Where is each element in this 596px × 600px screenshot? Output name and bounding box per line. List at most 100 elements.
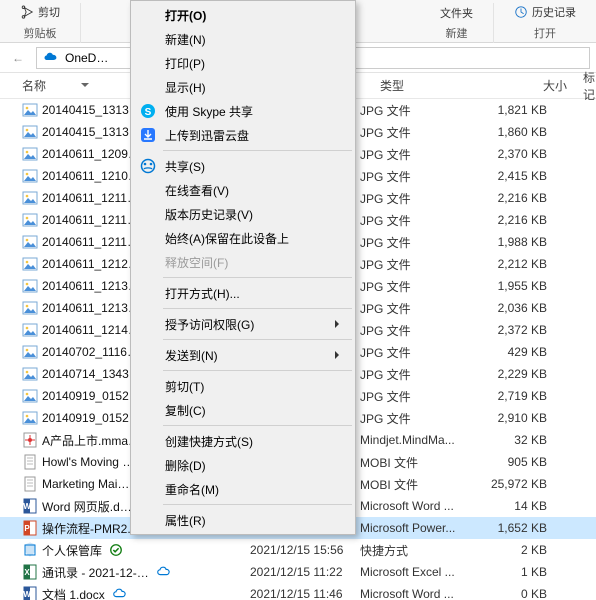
cut-label: 剪切 [38,4,60,20]
file-icon [22,190,38,206]
col-header-type[interactable]: 类型 [380,77,505,94]
history-button[interactable]: 历史记录 [514,3,576,21]
menu-rename[interactable]: 重命名(M) [133,477,353,501]
ribbon-group-clipboard: 剪切 剪贴板 [0,3,81,43]
file-size: 25,972 KB [485,477,555,491]
file-name: 20140919_0152… [42,389,141,403]
menu-open[interactable]: 打开(O) [133,3,353,27]
file-icon [22,432,38,448]
file-size: 2,719 KB [485,389,555,403]
menu-open-with[interactable]: 打开方式(H)... [133,281,353,305]
file-size: 2,036 KB [485,301,555,315]
file-type: Mindjet.MindMa... [360,433,485,447]
status-icon [109,587,129,600]
file-size: 1,860 KB [485,125,555,139]
menu-separator [163,150,352,151]
menu-separator [163,425,352,426]
col-header-size[interactable]: 大小 [505,77,575,94]
menu-properties[interactable]: 属性(R) [133,508,353,532]
menu-send-to[interactable]: 发送到(N) [133,343,353,367]
svg-text:S: S [145,107,152,118]
menu-delete[interactable]: 删除(D) [133,453,353,477]
file-name: 20140611_1213… [42,301,140,315]
file-name: 20140611_1213… [42,279,140,293]
clipboard-group-label: 剪贴板 [20,25,60,41]
cut-button[interactable]: 剪切 [20,3,60,21]
file-name: 20140611_1210… [42,169,140,183]
file-type: JPG 文件 [360,388,485,405]
file-type: JPG 文件 [360,256,485,273]
file-type: JPG 文件 [360,124,485,141]
file-type: 快捷方式 [360,542,485,559]
file-size: 14 KB [485,499,555,513]
menu-create-shortcut[interactable]: 创建快捷方式(S) [133,429,353,453]
file-row[interactable]: 个人保管库2021/12/15 15:56快捷方式2 KB [0,539,596,561]
menu-cut[interactable]: 剪切(T) [133,374,353,398]
open-group-label: 打开 [514,25,576,41]
file-name: 20140611_1211… [42,191,139,205]
file-type: JPG 文件 [360,300,485,317]
file-name: Marketing Mai… [42,477,129,491]
file-date: 2021/12/15 11:22 [250,565,360,579]
file-icon [22,454,38,470]
col-header-bookmark[interactable]: 标记 [575,69,596,103]
menu-print[interactable]: 打印(P) [133,51,353,75]
file-name: 20140415_1313… [42,103,141,117]
file-size: 905 KB [485,455,555,469]
file-size: 1 KB [485,565,555,579]
history-icon [514,5,528,19]
file-row[interactable]: W文档 1.docx2021/12/15 11:46Microsoft Word… [0,583,596,600]
file-size: 2,216 KB [485,191,555,205]
file-name: 20140714_1343… [42,367,141,381]
file-icon [22,278,38,294]
file-size: 1,652 KB [485,521,555,535]
file-icon [22,124,38,140]
file-type: JPG 文件 [360,344,485,361]
menu-skype[interactable]: S 使用 Skype 共享 [133,99,353,123]
menu-share[interactable]: 共享(S) [133,154,353,178]
back-button[interactable]: ← [6,46,30,70]
svg-text:W: W [23,590,31,599]
file-icon: X [22,564,38,580]
file-name: 20140611_1211… [42,213,139,227]
menu-separator [163,370,352,371]
breadcrumb-item[interactable]: OneD… [65,51,108,65]
menu-new[interactable]: 新建(N) [133,27,353,51]
menu-version-history[interactable]: 版本历史记录(V) [133,202,353,226]
file-row[interactable]: X通讯录 - 2021-12-…2021/12/15 11:22Microsof… [0,561,596,583]
file-type: JPG 文件 [360,102,485,119]
file-type: JPG 文件 [360,168,485,185]
file-icon [22,542,38,558]
menu-copy[interactable]: 复制(C) [133,398,353,422]
menu-grant-access[interactable]: 授予访问权限(G) [133,312,353,336]
file-name: Howl's Moving … [42,455,134,469]
new-group-label: 新建 [440,25,473,41]
file-type: Microsoft Excel ... [360,565,485,579]
file-type: JPG 文件 [360,234,485,251]
file-size: 1,955 KB [485,279,555,293]
file-size: 0 KB [485,587,555,600]
menu-view-online[interactable]: 在线查看(V) [133,178,353,202]
file-icon [22,476,38,492]
chevron-right-icon [335,351,343,359]
file-size: 429 KB [485,345,555,359]
menu-free-space: 释放空间(F) [133,250,353,274]
file-icon: W [22,498,38,514]
file-size: 2,229 KB [485,367,555,381]
skype-icon: S [139,102,157,120]
file-icon [22,168,38,184]
menu-xunlei[interactable]: 上传到迅雷云盘 [133,123,353,147]
file-size: 1,988 KB [485,235,555,249]
share-icon [139,157,157,175]
file-date: 2021/12/15 11:46 [250,587,360,600]
context-menu: 打开(O) 新建(N) 打印(P) 显示(H) S 使用 Skype 共享 上传… [130,0,356,535]
menu-always-keep[interactable]: 始终(A)保留在此设备上 [133,226,353,250]
file-size: 2,372 KB [485,323,555,337]
file-icon [22,388,38,404]
menu-show[interactable]: 显示(H) [133,75,353,99]
file-size: 2 KB [485,543,555,557]
file-type: JPG 文件 [360,190,485,207]
ribbon-group-new: 文件夹 新建 [420,3,494,43]
file-type: MOBI 文件 [360,476,485,493]
svg-text:X: X [24,568,30,577]
